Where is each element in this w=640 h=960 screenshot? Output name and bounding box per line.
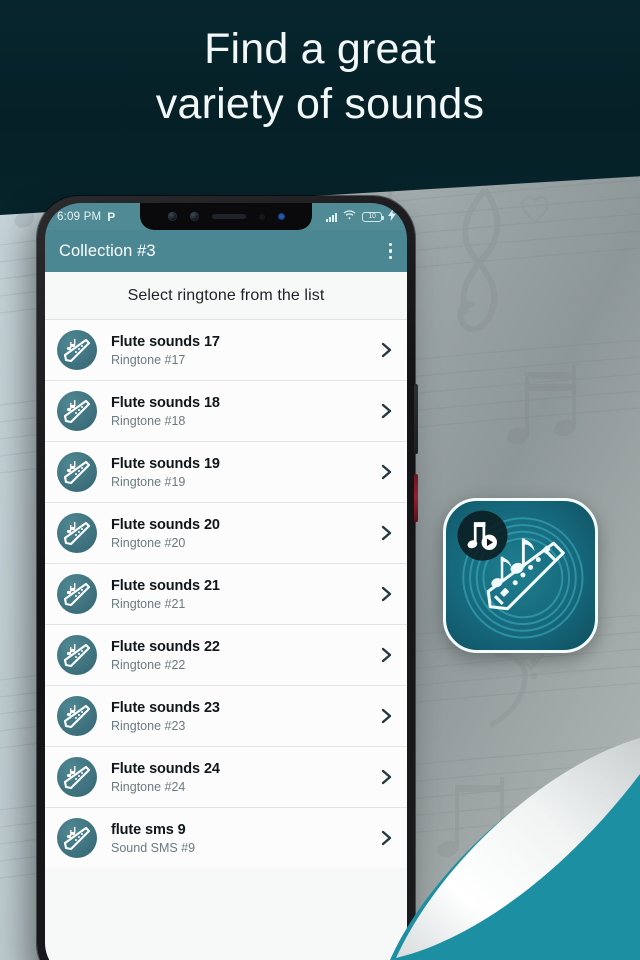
- ringtone-list-item[interactable]: Flute sounds 22 Ringtone #22: [45, 624, 407, 685]
- ringtone-item-title: Flute sounds 20: [111, 516, 220, 533]
- signal-bars-icon: [326, 212, 337, 222]
- ringtone-item-title: Flute sounds 22: [111, 638, 220, 655]
- flute-avatar-icon: [57, 330, 97, 370]
- ringtone-item-text: Flute sounds 21 Ringtone #21: [111, 578, 220, 611]
- ringtone-item-title: Flute sounds 23: [111, 699, 220, 716]
- ringtone-item-text: Flute sounds 23 Ringtone #23: [111, 700, 220, 733]
- flute-avatar-icon: [57, 696, 97, 736]
- ringtone-item-subtitle: Ringtone #20: [111, 535, 186, 550]
- chevron-right-icon[interactable]: [377, 341, 395, 359]
- phone-mockup: 6:09 PM P 10 Collection #3 Select ringto…: [37, 196, 418, 960]
- flute-avatar-icon: [57, 391, 97, 431]
- headline-line-1: Find a great: [204, 25, 436, 73]
- ringtone-list-item[interactable]: Flute sounds 24 Ringtone #24: [45, 746, 407, 807]
- app-bar: Collection #3: [45, 230, 407, 272]
- chevron-right-icon[interactable]: [377, 524, 395, 542]
- flute-avatar-icon: [57, 574, 97, 614]
- ringtone-list: Flute sounds 17 Ringtone #17 Flute sound…: [45, 319, 407, 868]
- app-bar-title: Collection #3: [59, 241, 156, 260]
- ringtone-list-item[interactable]: flute sms 9 Sound SMS #9: [45, 807, 407, 868]
- flute-avatar-icon: [57, 635, 97, 675]
- ringtone-list-screen: Select ringtone from the list Flute soun…: [45, 272, 407, 960]
- ringtone-item-text: flute sms 9 Sound SMS #9: [111, 822, 195, 855]
- ringtone-item-subtitle: Ringtone #22: [111, 657, 186, 672]
- flute-avatar-icon: [57, 818, 97, 858]
- proximity-sensor-icon: [258, 213, 265, 220]
- ringtone-list-item[interactable]: Flute sounds 17 Ringtone #17: [45, 319, 407, 380]
- chevron-right-icon[interactable]: [377, 463, 395, 481]
- page-curl-corner: [390, 730, 640, 960]
- kebab-menu-icon[interactable]: [386, 239, 395, 263]
- page-title: Find a great variety of sounds: [0, 22, 640, 132]
- front-camera-secondary-icon: [189, 212, 199, 221]
- status-bar: 6:09 PM P 10: [45, 203, 407, 230]
- battery-indicator: 10: [362, 211, 384, 222]
- chevron-right-icon[interactable]: [377, 707, 395, 725]
- ringtone-item-title: Flute sounds 18: [111, 394, 220, 411]
- list-header-label: Select ringtone from the list: [127, 287, 325, 304]
- chevron-right-icon[interactable]: [377, 585, 395, 603]
- ringtone-item-subtitle: Ringtone #23: [111, 718, 186, 733]
- notification-led: [277, 213, 285, 220]
- chevron-right-icon[interactable]: [377, 646, 395, 664]
- ringtone-item-text: Flute sounds 20 Ringtone #20: [111, 517, 220, 550]
- ringtone-item-subtitle: Ringtone #21: [111, 596, 186, 611]
- ringtone-item-subtitle: Ringtone #17: [111, 352, 186, 367]
- ringtone-item-subtitle: Ringtone #24: [111, 779, 186, 794]
- ringtone-item-title: Flute sounds 17: [111, 333, 220, 350]
- wifi-icon: [343, 210, 356, 223]
- ringtone-item-title: Flute sounds 24: [111, 760, 220, 777]
- ringtone-list-item[interactable]: Flute sounds 18 Ringtone #18: [45, 380, 407, 441]
- ringtone-list-item[interactable]: Flute sounds 19 Ringtone #19: [45, 441, 407, 502]
- music-note-play-badge-icon: [457, 510, 508, 561]
- ringtone-item-title: Flute sounds 19: [111, 455, 220, 472]
- flute-ringtones-app-icon[interactable]: [443, 498, 598, 653]
- flute-avatar-icon: [57, 452, 97, 492]
- ringtone-item-text: Flute sounds 17 Ringtone #17: [111, 334, 220, 367]
- status-bar-right: 10: [326, 209, 407, 224]
- power-button[interactable]: [414, 474, 418, 522]
- ringtone-item-subtitle: Ringtone #19: [111, 474, 186, 489]
- earpiece-speaker: [211, 214, 246, 219]
- status-bar-left: 6:09 PM P: [45, 211, 115, 223]
- ringtone-item-subtitle: Ringtone #18: [111, 413, 186, 428]
- flute-avatar-icon: [57, 757, 97, 797]
- status-time: 6:09 PM: [57, 210, 102, 223]
- volume-button[interactable]: [414, 384, 418, 454]
- ringtone-list-item[interactable]: Flute sounds 20 Ringtone #20: [45, 502, 407, 563]
- ringtone-item-text: Flute sounds 19 Ringtone #19: [111, 456, 220, 489]
- ringtone-item-title: flute sms 9: [111, 821, 186, 838]
- chevron-right-icon[interactable]: [377, 402, 395, 420]
- ringtone-item-text: Flute sounds 22 Ringtone #22: [111, 639, 220, 672]
- phone-screen: 6:09 PM P 10 Collection #3 Select ringto…: [45, 203, 407, 960]
- ringtone-item-title: Flute sounds 21: [111, 577, 220, 594]
- ringtone-list-item[interactable]: Flute sounds 23 Ringtone #23: [45, 685, 407, 746]
- ringtone-list-item[interactable]: Flute sounds 21 Ringtone #21: [45, 563, 407, 624]
- charging-bolt-icon: [388, 209, 396, 224]
- display-notch: [140, 203, 312, 230]
- headline-line-2: variety of sounds: [155, 80, 485, 129]
- front-camera-icon: [167, 212, 177, 221]
- ringtone-item-text: Flute sounds 18 Ringtone #18: [111, 395, 220, 428]
- pandora-p-icon: P: [107, 209, 116, 224]
- flute-avatar-icon: [57, 513, 97, 553]
- poster-canvas: Find a great variety of sounds 6:09 PM P: [0, 0, 640, 960]
- ringtone-item-subtitle: Sound SMS #9: [111, 840, 196, 855]
- ringtone-item-text: Flute sounds 24 Ringtone #24: [111, 761, 220, 794]
